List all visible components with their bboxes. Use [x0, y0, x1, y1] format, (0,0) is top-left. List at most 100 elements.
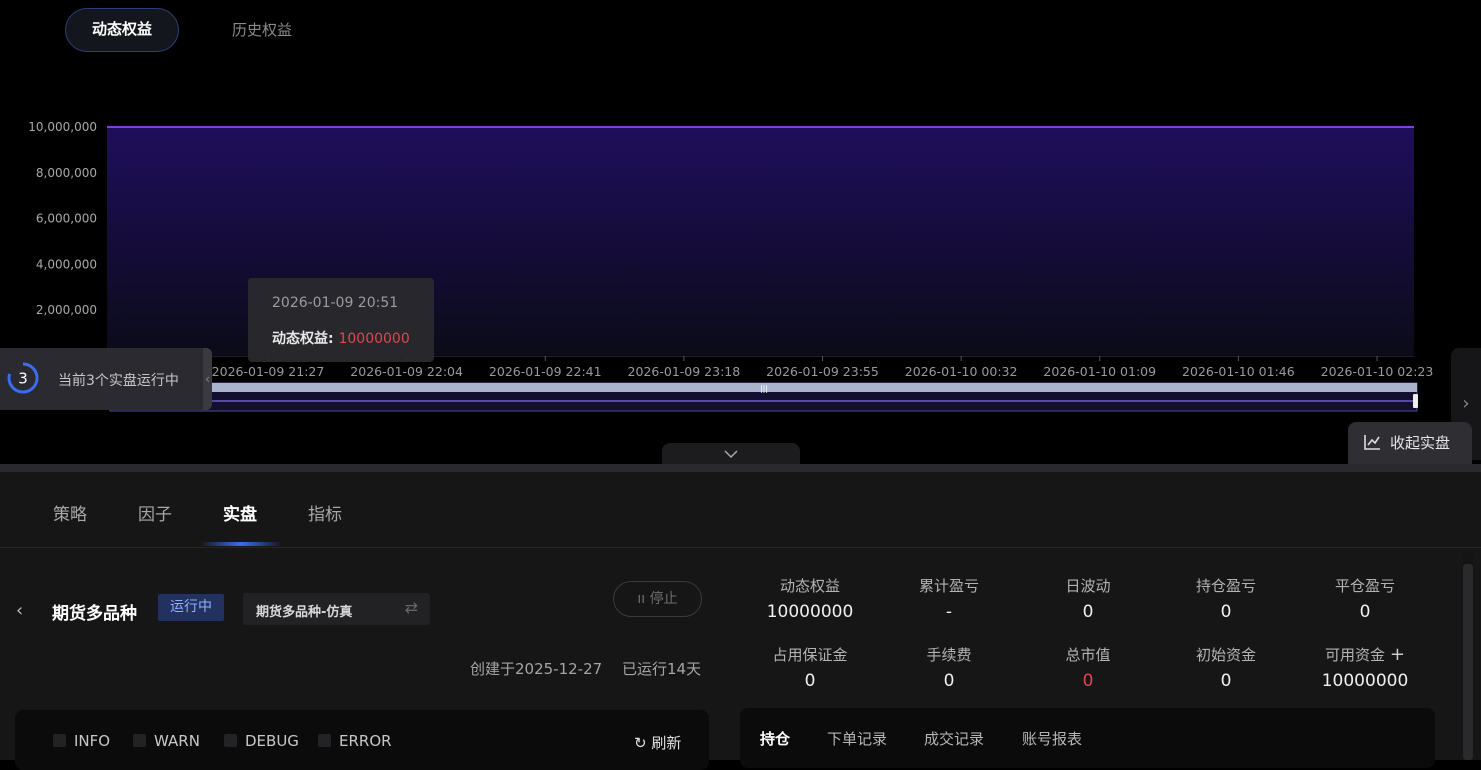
metric-label: 动态权益 — [779, 577, 840, 595]
tooltip-value: 10000000 — [338, 331, 410, 347]
metric-daily-volatility: 日波动 0 — [1018, 575, 1158, 622]
y-tick-label: 4,000,000 — [36, 257, 97, 271]
panel-divider — [0, 464, 1481, 472]
metric-label: 手续费 — [926, 646, 972, 664]
x-tick-label: 2026-01-09 22:41 — [489, 364, 602, 379]
metric-value: 0 — [1220, 671, 1232, 691]
chevron-left-icon[interactable]: ‹ — [203, 348, 212, 410]
chart-tooltip: 2026-01-09 20:51 动态权益: 10000000 — [248, 278, 434, 362]
account-select-label: 期货多品种-仿真 — [256, 605, 353, 620]
checkbox-icon — [133, 734, 146, 747]
nav-tab-factor[interactable]: 因子 — [138, 500, 172, 525]
tab-positions[interactable]: 持仓 — [760, 728, 790, 749]
x-tick-label: 2026-01-10 01:46 — [1182, 364, 1295, 379]
stop-label: 停止 — [649, 591, 678, 607]
active-tab-indicator — [200, 542, 282, 546]
tab-account-report[interactable]: 账号报表 — [1022, 728, 1082, 749]
status-badge: 运行中 — [158, 594, 224, 621]
tooltip-date: 2026-01-09 20:51 — [272, 295, 399, 311]
collapse-live-button[interactable]: 收起实盘 — [1348, 422, 1472, 464]
y-tick-label: 2,000,000 — [36, 303, 97, 317]
metric-label: 初始资金 — [1195, 646, 1256, 664]
metric-label: 平仓盈亏 — [1334, 577, 1395, 595]
runtime-days: 已运行14天 — [622, 660, 702, 678]
plus-icon[interactable]: + — [1390, 644, 1405, 665]
metric-fee: 手续费 0 — [879, 644, 1019, 691]
nav-tab-live[interactable]: 实盘 — [223, 500, 257, 525]
nav-tab-indicator[interactable]: 指标 — [308, 500, 342, 525]
created-date: 创建于2025-12-27 — [470, 660, 603, 678]
metric-margin: 占用保证金 0 — [740, 644, 880, 691]
metric-value: 0 — [1359, 602, 1371, 622]
metric-available-capital: 可用资金 + 10000000 — [1295, 644, 1435, 691]
filter-warn-checkbox[interactable]: WARN — [133, 732, 200, 750]
running-count: 3 — [18, 370, 28, 388]
metric-label: 持仓盈亏 — [1195, 577, 1256, 595]
equity-chart: 10,000,000 8,000,000 6,000,000 4,000,000 2,0… — [0, 90, 1481, 420]
running-count-icon: 3 — [7, 362, 39, 394]
y-tick-label: 10,000,000 — [28, 120, 97, 134]
position-panel: 持仓 下单记录 成交记录 账号报表 — [740, 708, 1435, 768]
metric-dynamic-equity: 动态权益 10000000 — [740, 575, 880, 622]
metric-value: 0 — [1082, 602, 1094, 622]
metric-value: - — [945, 602, 953, 622]
metric-close-pnl: 平仓盈亏 0 — [1295, 575, 1435, 622]
x-tick-label: 2026-01-09 21:27 — [212, 364, 325, 379]
lower-panel: 策略 因子 实盘 指标 ‹ 期货多品种 运行中 期货多品种-仿真 ⇄ ıı 停止… — [0, 464, 1481, 770]
filter-label: ERROR — [339, 732, 392, 750]
metric-value: 0 — [1082, 671, 1094, 691]
refresh-button[interactable]: ↻ 刷新 — [634, 732, 681, 753]
account-select[interactable]: 期货多品种-仿真 ⇄ — [243, 593, 430, 625]
refresh-icon: ↻ — [634, 734, 647, 752]
x-tick-label: 2026-01-09 22:04 — [350, 364, 463, 379]
filter-info-checkbox[interactable]: INFO — [53, 732, 110, 750]
back-icon[interactable]: ‹ — [16, 600, 23, 621]
tab-order-records[interactable]: 下单记录 — [827, 728, 887, 749]
filter-error-checkbox[interactable]: ERROR — [318, 732, 392, 750]
chevron-down-icon — [724, 450, 738, 459]
log-panel: INFO WARN DEBUG ERROR ↻ 刷新 — [15, 710, 709, 770]
scrollbar-thumb[interactable] — [1463, 564, 1473, 760]
nav-divider — [0, 547, 1481, 548]
metric-label: 占用保证金 — [772, 646, 848, 664]
metric-value: 10000000 — [766, 602, 854, 622]
filter-label: DEBUG — [245, 732, 299, 750]
x-tick-label: 2026-01-10 00:32 — [905, 364, 1018, 379]
metric-label: 累计盈亏 — [918, 577, 979, 595]
refresh-label: 刷新 — [651, 734, 682, 752]
zoom-slider-grip: ||| — [760, 384, 768, 393]
expand-toggle[interactable] — [662, 443, 800, 465]
chart-line-icon — [1364, 435, 1380, 450]
checkbox-icon — [318, 734, 331, 747]
metric-value: 10000000 — [1321, 671, 1409, 691]
tab-trade-records[interactable]: 成交记录 — [924, 728, 984, 749]
nav-tab-strategy[interactable]: 策略 — [53, 500, 87, 525]
metric-value: 0 — [943, 671, 955, 691]
filter-label: INFO — [74, 732, 111, 750]
metric-position-pnl: 持仓盈亏 0 — [1156, 575, 1296, 622]
metric-label: 总市值 — [1065, 646, 1111, 664]
stop-button[interactable]: ıı 停止 — [613, 581, 702, 617]
metric-cumulative-pnl: 累计盈亏 - — [879, 575, 1019, 622]
pause-icon: ıı — [637, 591, 650, 607]
swap-icon[interactable]: ⇄ — [405, 598, 418, 617]
running-live-badge[interactable]: 3 当前3个实盘运行中 ‹ — [0, 348, 212, 410]
filter-label: WARN — [154, 732, 200, 750]
x-tick-label: 2026-01-10 02:23 — [1321, 364, 1434, 379]
tooltip-label: 动态权益: — [272, 331, 334, 347]
tooltip-row: 动态权益: 10000000 — [272, 328, 410, 348]
checkbox-icon — [53, 734, 66, 747]
tab-dynamic-equity[interactable]: 动态权益 — [65, 8, 179, 52]
checkbox-icon — [224, 734, 237, 747]
metric-initial-capital: 初始资金 0 — [1156, 644, 1296, 691]
collapse-label: 收起实盘 — [1390, 434, 1451, 452]
metric-label: 可用资金 — [1325, 646, 1386, 664]
metric-value: 0 — [804, 671, 816, 691]
filter-debug-checkbox[interactable]: DEBUG — [224, 732, 299, 750]
x-tick-label: 2026-01-09 23:18 — [628, 364, 741, 379]
tab-history-equity[interactable]: 历史权益 — [210, 8, 314, 52]
y-tick-label: 6,000,000 — [36, 212, 97, 226]
metric-label: 日波动 — [1065, 577, 1111, 595]
metric-value: 0 — [1220, 602, 1232, 622]
zoom-slider-handle[interactable] — [1413, 394, 1418, 408]
